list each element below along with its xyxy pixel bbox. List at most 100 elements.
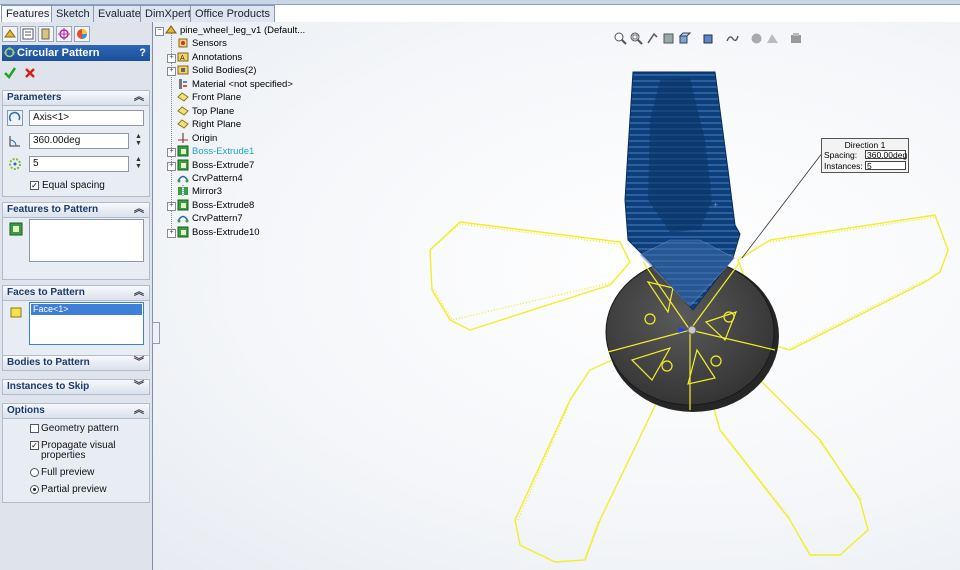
instances-to-skip-section[interactable]: Instances to Skip ︾ bbox=[2, 379, 150, 395]
geometry-pattern-label: Geometry pattern bbox=[41, 423, 119, 434]
command-manager-tabs: Features Sketch Evaluate DimXpert Office… bbox=[0, 5, 960, 22]
collapse-chevron-icon[interactable]: ︽ bbox=[134, 91, 144, 105]
property-manager-tab-icon[interactable] bbox=[20, 26, 36, 42]
full-preview-radio[interactable] bbox=[30, 468, 39, 477]
tree-item-label: Top Plane bbox=[192, 105, 235, 117]
tree-item-label: Material <not specified> bbox=[192, 78, 293, 90]
tree-item-label: Annotations bbox=[192, 51, 243, 63]
bodies-to-pattern-section[interactable]: Bodies to Pattern ︾ bbox=[2, 355, 150, 371]
view-settings-icon[interactable] bbox=[790, 32, 803, 45]
expand-toggle-icon[interactable]: + bbox=[167, 228, 176, 238]
callout-spacing-label: Spacing: bbox=[824, 150, 858, 160]
tab-evaluate[interactable]: Evaluate bbox=[93, 5, 146, 22]
faces-to-pattern-label: Faces to Pattern bbox=[7, 287, 85, 298]
bodies-to-pattern-header[interactable]: Bodies to Pattern ︾ bbox=[3, 356, 149, 370]
extrude-icon bbox=[177, 199, 189, 211]
faces-list[interactable]: Face<1> bbox=[29, 302, 144, 345]
instances-field[interactable]: 5 bbox=[29, 156, 129, 172]
svg-text:A: A bbox=[180, 55, 185, 62]
axis-selection-icon bbox=[7, 110, 23, 126]
direction-callout[interactable]: Direction 1 Spacing: 360.00deg Instances… bbox=[821, 138, 909, 173]
face-list-item[interactable]: Face<1> bbox=[31, 304, 142, 315]
hide-show-items-icon[interactable] bbox=[726, 32, 739, 45]
options-header[interactable]: Options ︽ bbox=[3, 404, 149, 419]
partial-preview-radio[interactable] bbox=[30, 485, 39, 494]
bodies-to-pattern-label: Bodies to Pattern bbox=[7, 357, 90, 368]
extrude-icon bbox=[177, 159, 189, 170]
graphics-area[interactable]: + Direction 1 Spacing: 360.00deg Instanc… bbox=[153, 22, 960, 570]
zoom-to-fit-icon[interactable] bbox=[614, 32, 627, 45]
propagate-visual-label-line2: properties bbox=[41, 450, 86, 461]
circular-pattern-icon bbox=[4, 47, 15, 58]
display-style-icon[interactable] bbox=[702, 32, 715, 45]
features-to-pattern-header[interactable]: Features to Pattern ︽ bbox=[3, 203, 149, 218]
features-to-pattern-label: Features to Pattern bbox=[7, 204, 99, 215]
parameters-header[interactable]: Parameters ︽ bbox=[3, 91, 149, 106]
parameters-section: Parameters ︽ Axis<1> 360.00deg ▲ ▼ 5 ▲ ▼ ✓ … bbox=[2, 90, 150, 197]
dimxpert-manager-tab-icon[interactable] bbox=[56, 26, 72, 42]
expand-toggle-icon[interactable]: + bbox=[167, 53, 176, 63]
feature-manager-tab-icon[interactable] bbox=[2, 26, 18, 42]
tab-features[interactable]: Features bbox=[1, 5, 55, 22]
plane-icon bbox=[177, 119, 189, 129]
expand-chevron-icon[interactable]: ︾ bbox=[134, 356, 144, 370]
expand-toggle-icon[interactable]: + bbox=[167, 148, 176, 158]
configuration-manager-tab-icon[interactable] bbox=[38, 26, 54, 42]
tree-item-label: pine_wheel_leg_v1 (Default... bbox=[180, 25, 306, 36]
geometry-pattern-checkbox[interactable] bbox=[30, 424, 39, 433]
equal-spacing-checkbox[interactable]: ✓ bbox=[30, 181, 39, 190]
view-orientation-icon[interactable] bbox=[678, 32, 691, 45]
collapse-toggle-icon[interactable]: − bbox=[155, 27, 164, 36]
tab-sketch[interactable]: Sketch bbox=[51, 5, 95, 22]
collapse-chevron-icon[interactable]: ︽ bbox=[134, 286, 144, 300]
tree-item-label: Sensors bbox=[192, 38, 227, 50]
model-viewport[interactable]: + bbox=[153, 22, 960, 570]
instances-to-skip-header[interactable]: Instances to Skip ︾ bbox=[3, 380, 149, 394]
previous-view-icon[interactable] bbox=[646, 32, 659, 45]
features-to-pattern-section: Features to Pattern ︽ bbox=[2, 202, 150, 280]
angle-icon bbox=[9, 136, 20, 147]
propagate-visual-properties-checkbox[interactable]: ✓ bbox=[30, 441, 39, 450]
instances-spinner[interactable]: ▲ ▼ bbox=[135, 156, 142, 170]
ok-check-icon[interactable] bbox=[3, 66, 17, 80]
material-icon bbox=[179, 78, 187, 89]
display-manager-tab-icon[interactable] bbox=[74, 26, 90, 42]
page-title: Circular Pattern bbox=[17, 47, 100, 59]
tree-item-label: Boss-Extrude8 bbox=[192, 199, 255, 211]
full-preview-label: Full preview bbox=[41, 467, 95, 478]
help-button[interactable]: ? bbox=[139, 45, 146, 61]
faces-selection-icon bbox=[10, 307, 22, 318]
expand-chevron-icon[interactable]: ︾ bbox=[134, 380, 144, 394]
features-list[interactable] bbox=[29, 219, 144, 262]
property-manager-title-bar: Circular Pattern ? bbox=[2, 45, 150, 61]
callout-instances-field[interactable]: 5 bbox=[865, 161, 906, 171]
section-view-icon[interactable] bbox=[662, 32, 675, 45]
tree-item-label: Boss-Extrude7 bbox=[192, 159, 255, 171]
expand-toggle-icon[interactable]: + bbox=[167, 161, 176, 171]
instances-to-skip-label: Instances to Skip bbox=[7, 381, 90, 392]
callout-spacing-field[interactable]: 360.00deg bbox=[865, 150, 907, 160]
axis-field[interactable]: Axis<1> bbox=[29, 110, 144, 126]
parameters-header-label: Parameters bbox=[7, 92, 62, 103]
cancel-x-icon[interactable] bbox=[23, 66, 37, 80]
edit-appearance-icon[interactable] bbox=[750, 32, 763, 45]
plane-icon bbox=[177, 92, 189, 102]
angle-field[interactable]: 360.00deg bbox=[29, 133, 129, 149]
expand-toggle-icon[interactable]: + bbox=[167, 67, 176, 77]
angle-spinner[interactable]: ▲ ▼ bbox=[135, 133, 142, 147]
collapse-chevron-icon[interactable]: ︽ bbox=[134, 203, 144, 217]
panel-splitter-handle[interactable] bbox=[152, 322, 160, 344]
zoom-to-area-icon[interactable] bbox=[630, 32, 643, 45]
tree-item-label: Mirror3 bbox=[192, 186, 223, 198]
tree-item-label: CrvPattern4 bbox=[192, 172, 243, 184]
apply-scene-icon[interactable] bbox=[766, 32, 779, 45]
partial-preview-label: Partial preview bbox=[41, 484, 107, 495]
collapse-chevron-icon[interactable]: ︽ bbox=[134, 404, 144, 418]
faces-to-pattern-section: Faces to Pattern ︽ Face<1> bbox=[2, 285, 150, 363]
faces-to-pattern-header[interactable]: Faces to Pattern ︽ bbox=[3, 286, 149, 301]
callout-instances-label: Instances: bbox=[824, 161, 863, 171]
equal-spacing-label: Equal spacing bbox=[42, 180, 105, 191]
expand-toggle-icon[interactable]: + bbox=[167, 201, 176, 211]
tab-dimxpert[interactable]: DimXpert bbox=[140, 5, 196, 22]
tab-office-products[interactable]: Office Products bbox=[190, 5, 275, 22]
